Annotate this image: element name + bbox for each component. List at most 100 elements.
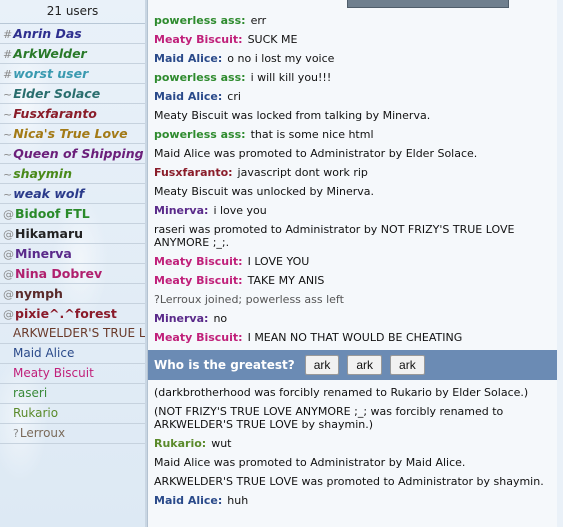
user-name[interactable]: nymph bbox=[15, 286, 63, 301]
user-name[interactable]: Hikamaru bbox=[15, 226, 83, 241]
chat-message: Meaty Biscuit: I LOVE YOU bbox=[148, 252, 557, 271]
user-name[interactable]: weak wolf bbox=[13, 186, 84, 201]
message-text: ARKWELDER'S TRUE LOVE was promoted to Ad… bbox=[154, 475, 544, 488]
system-message: (NOT FRIZY'S TRUE LOVE ANYMORE ;_; was f… bbox=[148, 402, 557, 434]
user-name[interactable]: Rukario bbox=[13, 406, 58, 420]
message-text: ?Lerroux joined; powerless ass left bbox=[154, 293, 344, 306]
user-list-item[interactable]: #Anrin Das bbox=[0, 24, 145, 44]
user-name[interactable]: Nica's True Love bbox=[13, 126, 127, 141]
user-rank-symbol: ~ bbox=[3, 168, 13, 181]
message-text: Maid Alice was promoted to Administrator… bbox=[154, 456, 466, 469]
message-text: that is some nice html bbox=[250, 128, 374, 141]
user-list-item[interactable]: ~Elder Solace bbox=[0, 84, 145, 104]
user-name[interactable]: raseri bbox=[13, 386, 47, 400]
message-username[interactable]: Meaty Biscuit: bbox=[154, 331, 243, 344]
chat-message: Maid Alice: huh bbox=[148, 491, 557, 510]
message-text: i love you bbox=[213, 204, 267, 217]
user-rank-symbol: ~ bbox=[3, 88, 13, 101]
user-name[interactable]: Meaty Biscuit bbox=[13, 366, 94, 380]
user-name[interactable]: pixie^.^forest bbox=[15, 306, 117, 321]
message-username[interactable]: Minerva: bbox=[154, 204, 208, 217]
message-username[interactable]: Rukario: bbox=[154, 437, 206, 450]
message-username[interactable]: Maid Alice: bbox=[154, 52, 222, 65]
user-list-item[interactable]: @nymph bbox=[0, 284, 145, 304]
message-text: (darkbrotherhood was forcibly renamed to… bbox=[154, 386, 529, 399]
chat-message: Minerva: i love you bbox=[148, 201, 557, 220]
message-text: huh bbox=[227, 494, 249, 507]
user-list-item[interactable]: #worst user bbox=[0, 64, 145, 84]
user-list-item[interactable]: ~Queen of Shipping bbox=[0, 144, 145, 164]
chat-message: powerless ass: err bbox=[148, 11, 557, 30]
user-name[interactable]: Anrin Das bbox=[13, 26, 82, 41]
user-list-item[interactable]: Maid Alice bbox=[0, 344, 145, 364]
system-message: Meaty Biscuit was unlocked by Minerva. bbox=[148, 182, 557, 201]
chat-message: Meaty Biscuit: TAKE MY ANIS bbox=[148, 271, 557, 290]
user-name[interactable]: Bidoof FTL bbox=[15, 206, 90, 221]
system-message: Maid Alice was promoted to Administrator… bbox=[148, 144, 557, 163]
user-name[interactable]: Maid Alice bbox=[13, 346, 74, 360]
user-name[interactable]: shaymin bbox=[13, 166, 72, 181]
user-list-item[interactable]: raseri bbox=[0, 384, 145, 404]
user-rank-symbol: ~ bbox=[3, 108, 13, 121]
user-list-item[interactable]: ~Nica's True Love bbox=[0, 124, 145, 144]
user-list-item[interactable]: @pixie^.^forest bbox=[0, 304, 145, 324]
user-name[interactable]: Elder Solace bbox=[13, 86, 100, 101]
chat-message: Rukario: wut bbox=[148, 434, 557, 453]
user-list-item[interactable]: ~shaymin bbox=[0, 164, 145, 184]
user-name[interactable]: Nina Dobrev bbox=[15, 266, 102, 281]
message-text: I MEAN NO THAT WOULD BE CHEATING bbox=[247, 331, 463, 344]
chat-message: Fusxfaranto: javascript dont work rip bbox=[148, 163, 557, 182]
message-list: powerless ass: err Meaty Biscuit: SUCK ME Ma… bbox=[148, 11, 557, 510]
chat-message: Minerva: no bbox=[148, 309, 557, 328]
user-name[interactable]: worst user bbox=[13, 66, 88, 81]
message-username[interactable]: Meaty Biscuit: bbox=[154, 33, 243, 46]
poll-option-button[interactable]: ark bbox=[347, 355, 383, 375]
user-name[interactable]: Fusxfaranto bbox=[13, 106, 97, 121]
message-username[interactable]: Meaty Biscuit: bbox=[154, 274, 243, 287]
message-text: raseri was promoted to Administrator by … bbox=[154, 223, 515, 249]
message-username[interactable]: powerless ass: bbox=[154, 71, 246, 84]
message-text: Maid Alice was promoted to Administrator… bbox=[154, 147, 478, 160]
user-list-item[interactable]: @Minerva bbox=[0, 244, 145, 264]
message-text: Meaty Biscuit was unlocked by Minerva. bbox=[154, 185, 375, 198]
message-username[interactable]: powerless ass: bbox=[154, 14, 246, 27]
user-list-item[interactable]: ?Lerroux bbox=[0, 424, 145, 444]
message-username[interactable]: Minerva: bbox=[154, 312, 208, 325]
message-username[interactable]: powerless ass: bbox=[154, 128, 246, 141]
user-list-item[interactable]: ~Fusxfaranto bbox=[0, 104, 145, 124]
user-rank-symbol: # bbox=[3, 48, 13, 61]
user-list-item[interactable]: ARKWELDER'S TRUE LOVE bbox=[0, 324, 145, 344]
message-text: SUCK ME bbox=[247, 33, 298, 46]
user-rank-symbol: @ bbox=[3, 308, 14, 321]
system-message: Maid Alice was promoted to Administrator… bbox=[148, 453, 557, 472]
chat-log: powerless ass: err Meaty Biscuit: SUCK ME Ma… bbox=[147, 0, 557, 527]
user-list-item[interactable]: @Nina Dobrev bbox=[0, 264, 145, 284]
system-message: (darkbrotherhood was forcibly renamed to… bbox=[148, 383, 557, 402]
user-name[interactable]: ArkWelder bbox=[13, 46, 87, 61]
user-list-item[interactable]: @Hikamaru bbox=[0, 224, 145, 244]
user-list-item[interactable]: Rukario bbox=[0, 404, 145, 424]
user-name[interactable]: ARKWELDER'S TRUE LOVE bbox=[13, 326, 145, 340]
user-name[interactable]: Queen of Shipping bbox=[13, 146, 143, 161]
user-list-items: #Anrin Das #ArkWelder #worst user ~Elder So… bbox=[0, 24, 145, 444]
message-text: javascript dont work rip bbox=[237, 166, 368, 179]
message-username[interactable]: Meaty Biscuit: bbox=[154, 255, 243, 268]
system-message: Meaty Biscuit was locked from talking by… bbox=[148, 106, 557, 125]
user-list-item[interactable]: @Bidoof FTL bbox=[0, 204, 145, 224]
message-username[interactable]: Maid Alice: bbox=[154, 494, 222, 507]
user-name[interactable]: Minerva bbox=[15, 246, 72, 261]
message-username[interactable]: Fusxfaranto: bbox=[154, 166, 233, 179]
message-username[interactable]: Maid Alice: bbox=[154, 90, 222, 103]
user-rank-symbol: ~ bbox=[3, 148, 13, 161]
user-name[interactable]: Lerroux bbox=[20, 426, 65, 440]
join-notice: ?Lerroux joined; powerless ass left bbox=[148, 290, 557, 309]
user-list-item[interactable]: ~weak wolf bbox=[0, 184, 145, 204]
poll-option-button[interactable]: ark bbox=[390, 355, 425, 375]
poll-option-button[interactable]: ark bbox=[304, 355, 340, 375]
scrollbar-thumb[interactable] bbox=[347, 0, 509, 8]
user-rank-symbol: @ bbox=[3, 228, 14, 241]
message-text: (NOT FRIZY'S TRUE LOVE ANYMORE ;_; was f… bbox=[154, 405, 504, 431]
user-list-item[interactable]: Meaty Biscuit bbox=[0, 364, 145, 384]
chat-message: powerless ass: that is some nice html bbox=[148, 125, 557, 144]
user-list-item[interactable]: #ArkWelder bbox=[0, 44, 145, 64]
